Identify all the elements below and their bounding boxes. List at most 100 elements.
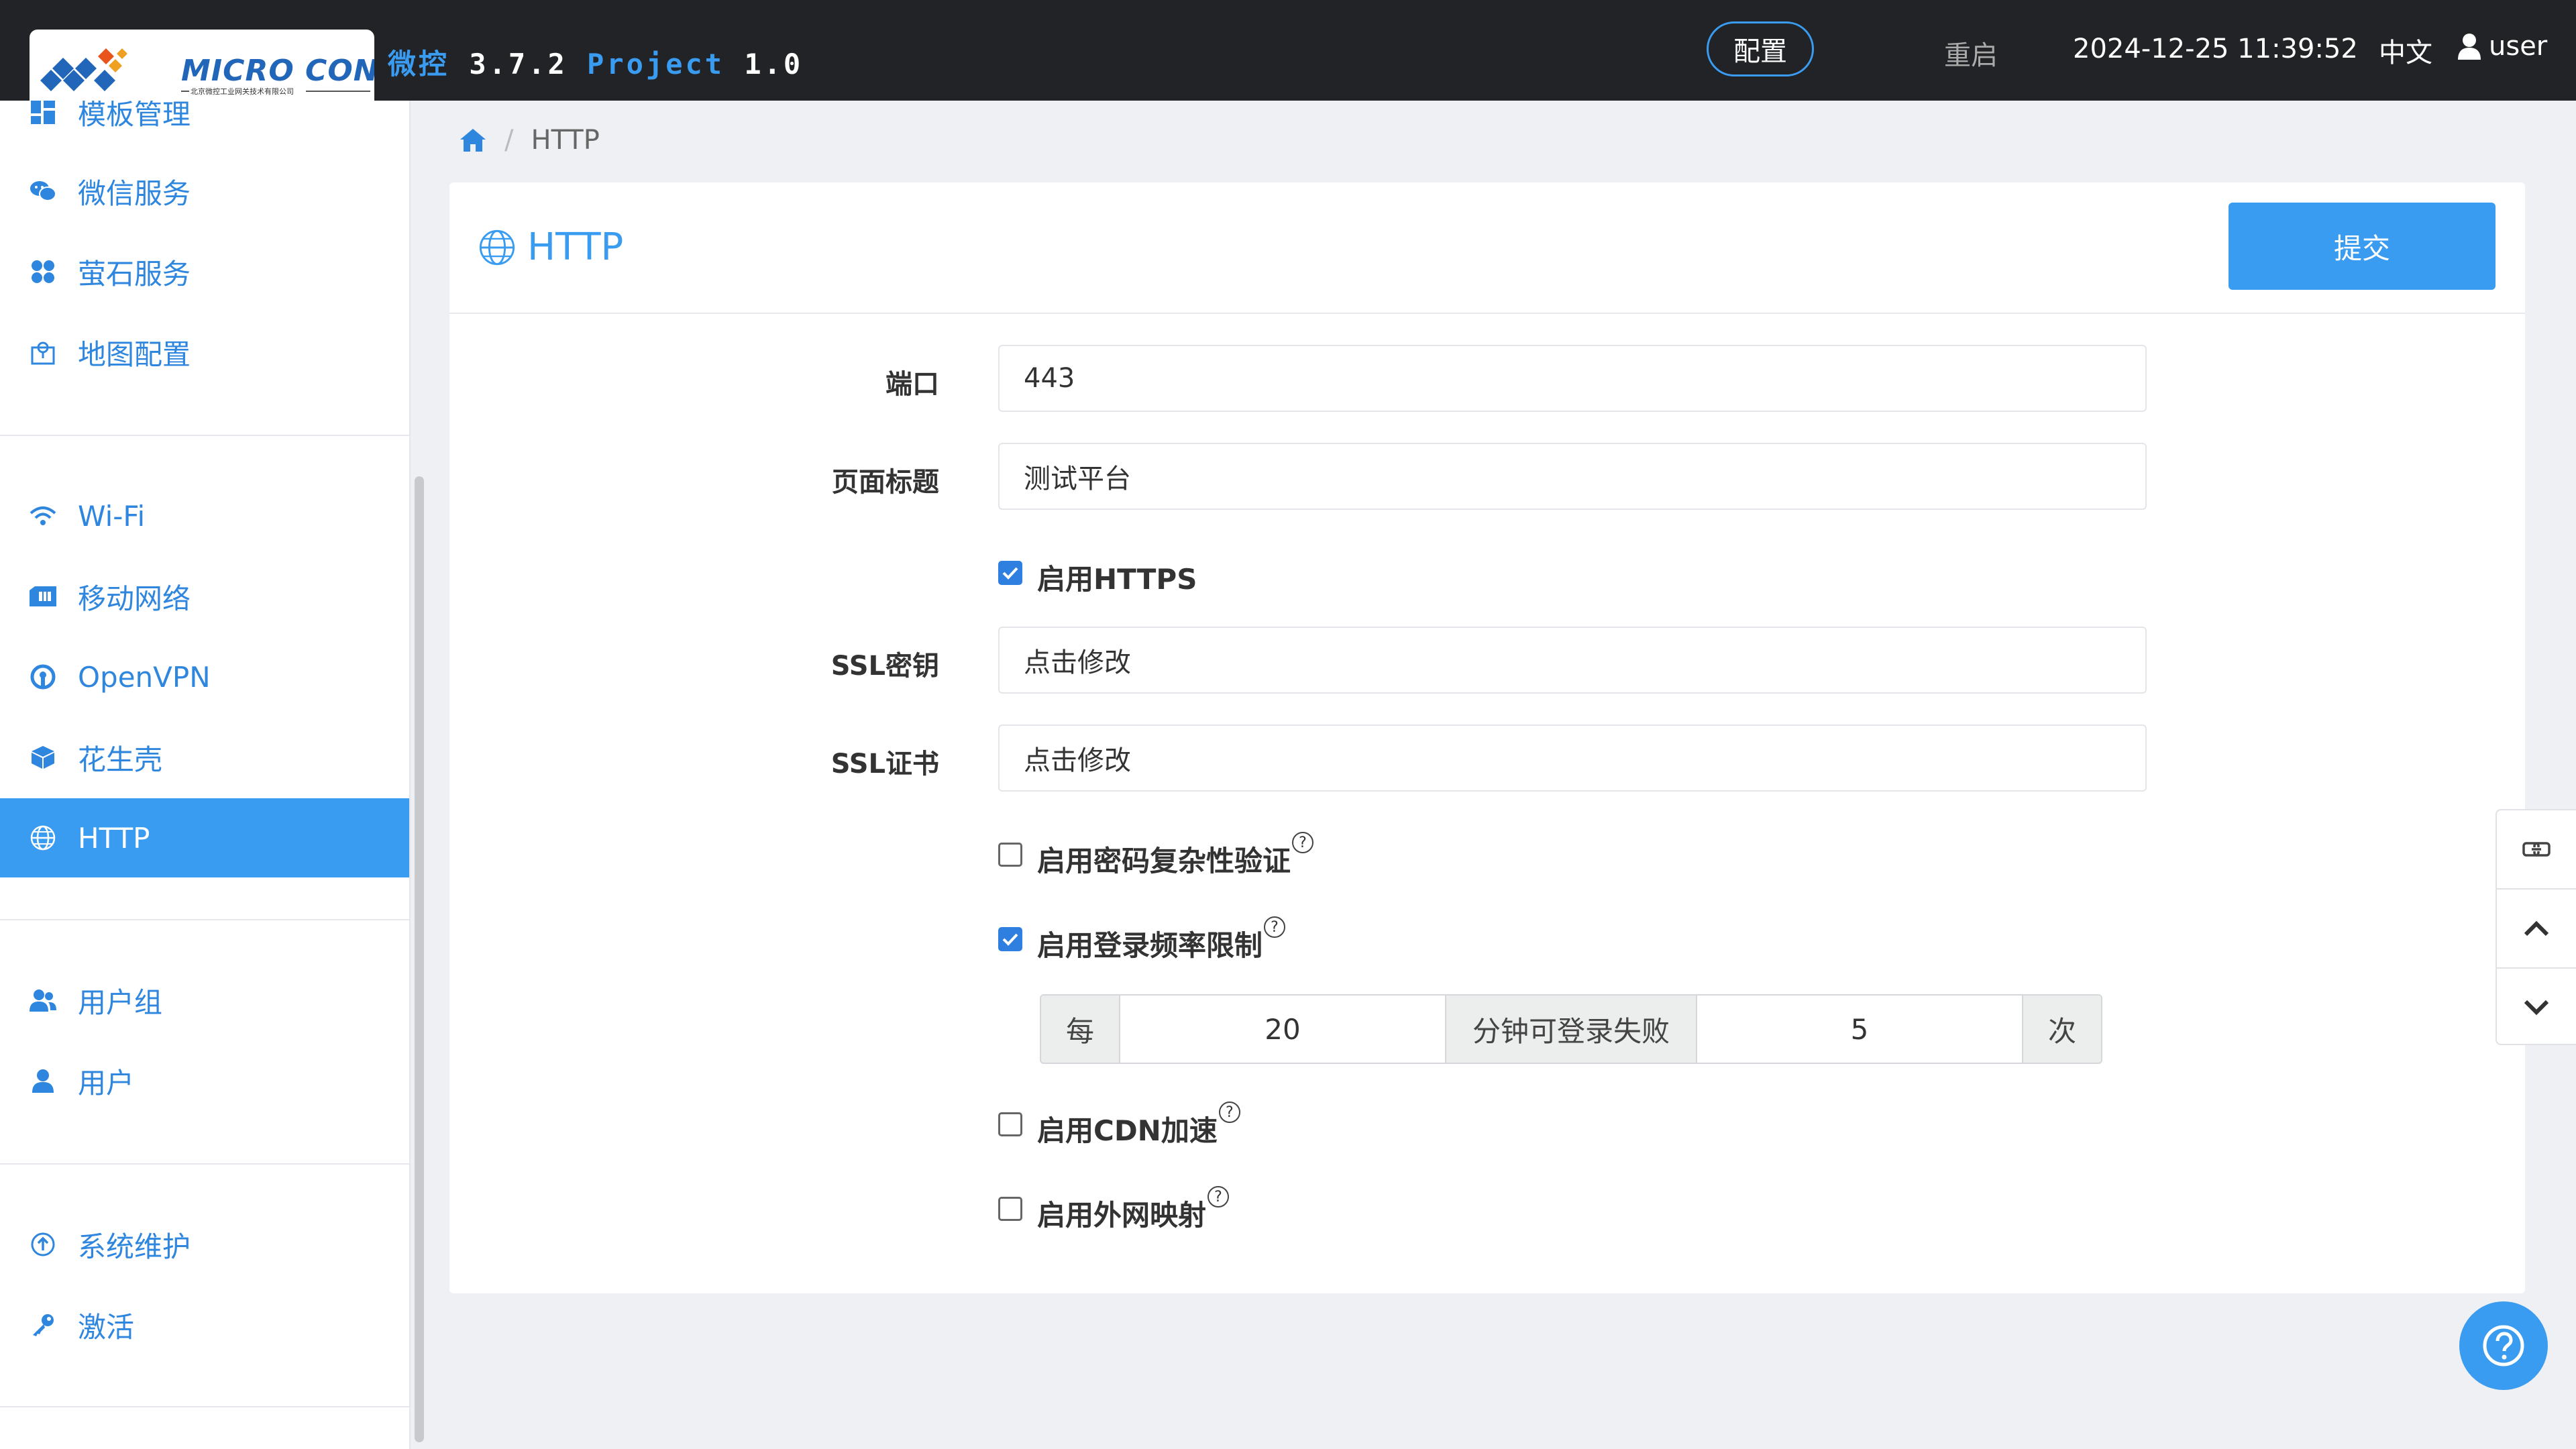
sidebar-scrollbar[interactable] [415,476,424,1442]
external-mapping-row[interactable]: 启用外网映射 ? [998,1186,1230,1234]
map-icon [30,339,56,366]
ssl-cert-input[interactable]: 点击修改 [998,724,2147,792]
cdn-checkbox[interactable] [998,1112,1022,1136]
app-name: 微控 [388,48,450,80]
panel-title-text: HTTP [527,225,624,269]
cube-icon [30,744,56,771]
panel-title: HTTP [478,225,623,269]
cdn-row[interactable]: 启用CDN加速 ? [998,1102,1240,1149]
sidebar-item-wechat[interactable]: 微信服务 [0,152,409,231]
logo-company: 北京微控工业网关技术有限公司 [191,87,294,96]
sidebar-divider [0,435,409,436]
password-complexity-checkbox[interactable] [998,843,1022,867]
globe-icon [30,824,56,851]
password-complexity-label: 启用密码复杂性验证 [1037,845,1291,877]
page-title-input[interactable]: 测试平台 [998,443,2147,510]
logo-rule-right [306,91,370,92]
app-version-number: 3.7.2 [469,48,568,80]
sidebar-item-label: 花生壳 [78,743,163,776]
https-label: 启用HTTPS [1037,563,1197,596]
external-mapping-checkbox[interactable] [998,1197,1022,1221]
link-button[interactable] [2497,810,2576,888]
password-complexity-row[interactable]: 启用密码复杂性验证 ? [998,832,1314,879]
help-circle-icon[interactable]: ? [1264,916,1286,938]
sidebar-item-templates[interactable]: 模板管理 [0,101,409,152]
login-rate-limit-label: 启用登录频率限制 [1037,929,1263,962]
sidebar-item-ezviz[interactable]: 萤石服务 [0,232,409,311]
wifi-icon [30,502,56,529]
wechat-icon [30,178,56,205]
upload-circle-icon [30,1231,56,1258]
project-label: Project [587,48,725,80]
sidebar-item-http[interactable]: HTTP [0,798,409,877]
login-rate-limit-row[interactable]: 启用登录频率限制 ? [998,916,1286,964]
ssl-key-input[interactable]: 点击修改 [998,627,2147,694]
cdn-label: 启用CDN加速 [1037,1114,1218,1147]
sidebar-item-maintenance[interactable]: 系统维护 [0,1205,409,1284]
port-label: 端口 [885,369,939,400]
sidebar-divider [0,1406,409,1407]
question-circle-icon [2483,1325,2524,1366]
sidebar-divider [0,919,409,920]
config-button[interactable]: 配置 [1707,21,1814,76]
rate-minutes-input[interactable]: 20 [1119,996,1445,1063]
language-switch[interactable]: 中文 [2379,31,2432,70]
sidebar-item-activation[interactable]: 激活 [0,1285,409,1364]
scroll-down-button[interactable] [2497,969,2576,1046]
sidebar-item-label: 系统维护 [78,1230,191,1263]
link-icon [2522,842,2551,857]
sidebar-item-mobile-network[interactable]: 移动网络 [0,557,409,636]
help-circle-icon[interactable]: ? [1208,1186,1230,1208]
logo-rule-left [181,91,189,92]
sidebar-item-label: Wi-Fi [78,499,146,533]
help-button[interactable] [2459,1301,2548,1390]
breadcrumb: / HTTP [459,125,600,156]
breadcrumb-separator: / [504,125,514,156]
sidebar-item-label: 激活 [78,1310,135,1344]
submit-button[interactable]: 提交 [2229,203,2496,290]
sidebar-item-openvpn[interactable]: OpenVPN [0,637,409,716]
home-icon[interactable] [459,127,487,153]
external-mapping-label: 启用外网映射 [1037,1199,1207,1232]
sidebar-item-label: 微信服务 [78,176,191,210]
panel-header: HTTP 提交 [449,182,2525,314]
fan-icon [30,258,56,285]
user-menu[interactable]: user [2457,31,2547,62]
https-checkbox-row[interactable]: 启用HTTPS [998,557,1197,598]
sidebar-item-label: 地图配置 [78,337,191,371]
sidebar-divider [0,1163,409,1165]
user-icon [2458,34,2481,60]
help-circle-icon[interactable]: ? [1218,1102,1240,1123]
help-circle-icon[interactable]: ? [1292,832,1314,853]
ssl-cert-label: SSL证书 [830,749,939,780]
restart-button[interactable]: 重启 [1944,34,1998,72]
sidebar-item-label: OpenVPN [78,660,211,694]
rate-suffix: 次 [2022,996,2101,1063]
chevron-up-icon [2524,920,2549,936]
port-input[interactable]: 443 [998,345,2147,412]
rate-prefix: 每 [1041,996,1119,1063]
sidebar-item-label: 用户组 [78,985,163,1019]
http-settings-panel: HTTP 提交 端口 443 页面标题 测试平台 启用HTTPS SSL密钥 点… [449,182,2525,1293]
sidebar-item-label: 用户 [78,1066,135,1099]
scroll-up-button[interactable] [2497,890,2576,967]
sidebar: 模板管理 微信服务 萤石服务 地图配置 Wi-Fi 移动网络 OpenVPN 花… [0,101,411,1449]
sidebar-item-user-groups[interactable]: 用户组 [0,961,409,1040]
login-rate-limit-checkbox[interactable] [998,927,1022,951]
sidebar-item-map[interactable]: 地图配置 [0,313,409,392]
grid-icon [30,101,56,125]
https-checkbox[interactable] [998,561,1022,585]
rate-limit-input-group: 每 20 分钟可登录失败 5 次 [1040,994,2102,1064]
ssl-key-label: SSL密钥 [830,651,939,682]
sidebar-item-users[interactable]: 用户 [0,1041,409,1120]
sidebar-item-label: 移动网络 [78,582,191,615]
app-version: 微控 3.7.2 Project 1.0 [388,42,803,83]
sidebar-item-wifi[interactable]: Wi-Fi [0,476,409,555]
logo-diamonds-icon [40,48,127,91]
sidebar-item-label: HTTP [78,821,150,855]
logo: MICRO CONTROL 北京微控工业网关技术有限公司 [30,30,374,101]
rate-count-input[interactable]: 5 [1696,996,2022,1063]
datetime: 2024-12-25 11:39:52 [2073,34,2358,64]
globe-icon [479,229,515,265]
sidebar-item-oray[interactable]: 花生壳 [0,718,409,797]
